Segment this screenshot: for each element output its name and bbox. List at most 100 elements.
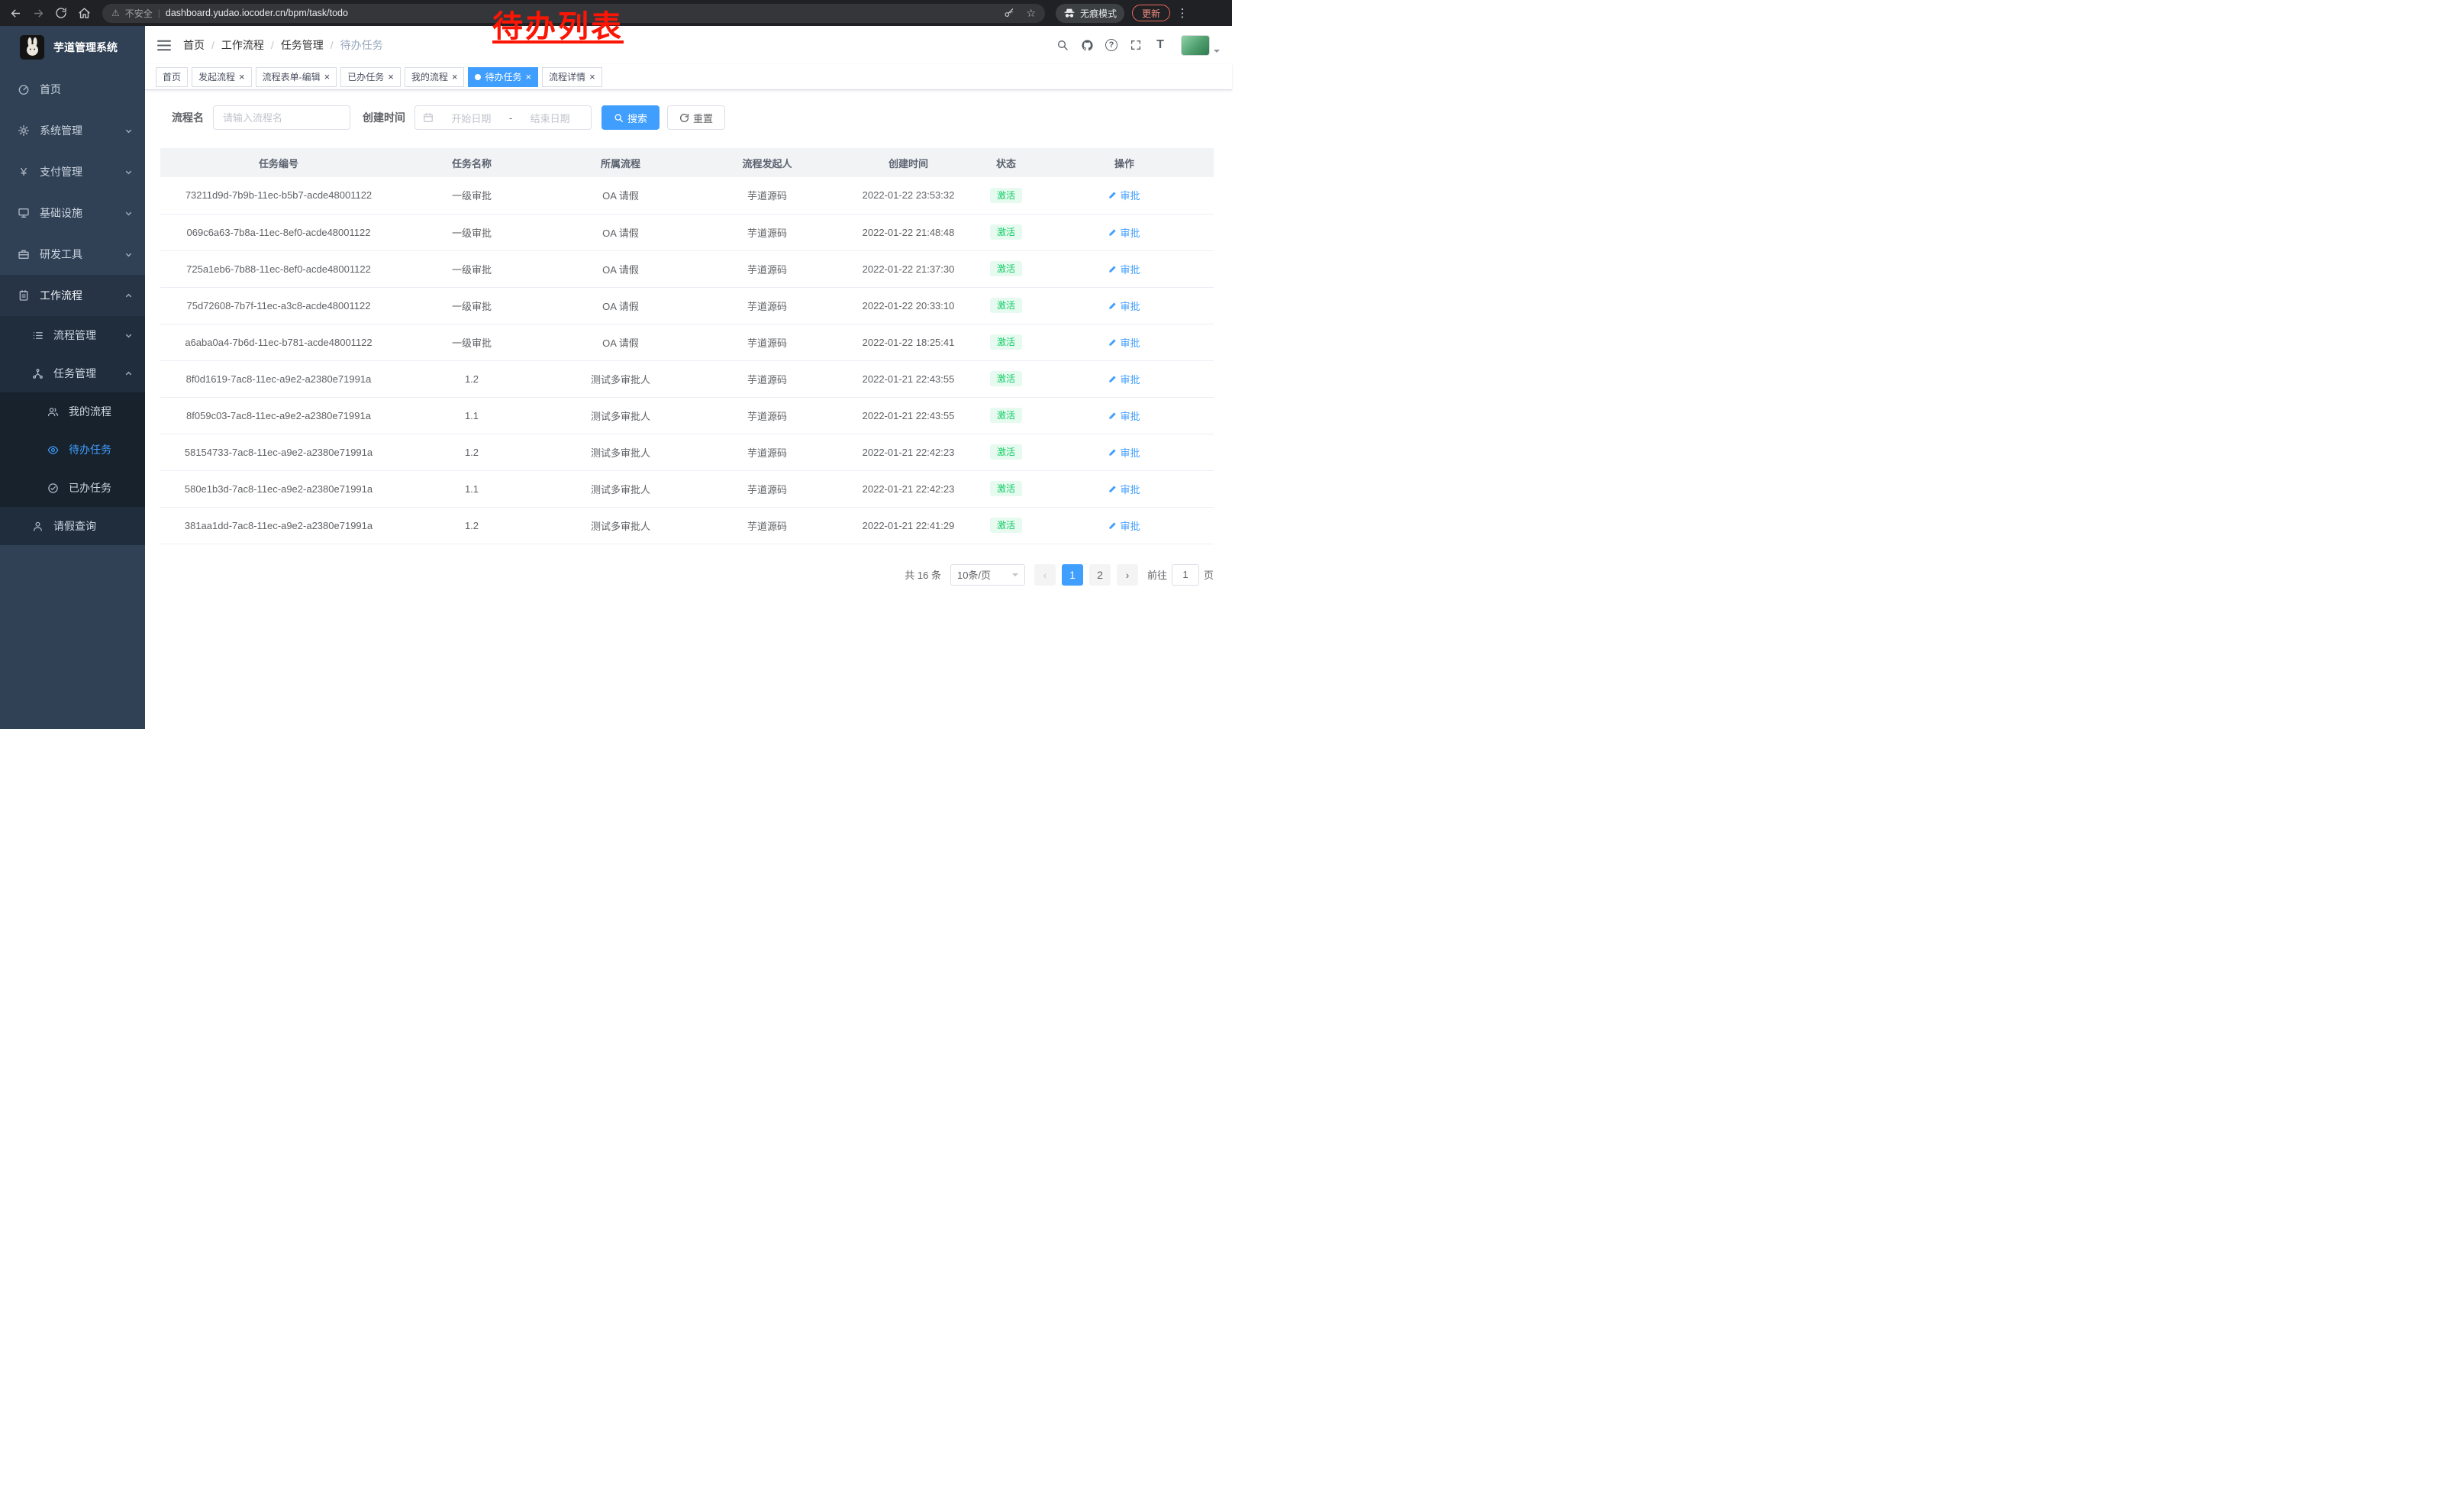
page-button-2[interactable]: 2 (1089, 564, 1111, 586)
approve-link[interactable]: 审批 (1108, 262, 1140, 276)
chevron-down-icon (124, 250, 133, 259)
font-size-icon[interactable]: T (1150, 35, 1170, 55)
tab-form-edit[interactable]: 流程表单-编辑 × (256, 67, 337, 87)
cell-task-name: 一级审批 (397, 324, 547, 360)
sidebar-item-todo-task[interactable]: 待办任务 (0, 431, 145, 469)
sidebar-item-infrastructure[interactable]: 基础设施 (0, 192, 145, 234)
gear-icon (15, 124, 32, 137)
browser-menu-icon[interactable]: ⋮ (1175, 6, 1190, 20)
edit-icon (1108, 302, 1117, 310)
page-button-1[interactable]: 1 (1062, 564, 1083, 586)
table-row: 73211d9d-7b9b-11ec-b5b7-acde48001122 一级审… (160, 177, 1214, 214)
tab-start-process[interactable]: 发起流程 × (192, 67, 252, 87)
sidebar-item-label: 请假查询 (53, 518, 96, 534)
browser-forward-button[interactable] (27, 2, 49, 24)
help-icon[interactable]: ? (1101, 35, 1121, 55)
sidebar-item-my-process[interactable]: 我的流程 (0, 392, 145, 431)
cell-create-time: 2022-01-21 22:43:55 (840, 360, 977, 397)
approve-link[interactable]: 审批 (1108, 372, 1140, 386)
sidebar-item-label: 研发工具 (40, 247, 82, 262)
search-icon (614, 113, 624, 123)
process-name-input[interactable] (213, 105, 350, 130)
tab-home[interactable]: 首页 (156, 67, 188, 87)
cell-starter: 芋道源码 (695, 470, 840, 507)
sidebar-item-leave-query[interactable]: 请假查询 (0, 507, 145, 545)
cell-create-time: 2022-01-22 18:25:41 (840, 324, 977, 360)
tab-my-process[interactable]: 我的流程 × (405, 67, 465, 87)
sidebar-item-process-mgmt[interactable]: 流程管理 (0, 316, 145, 354)
sidebar-fold-icon[interactable] (157, 40, 171, 51)
sidebar-item-task-mgmt[interactable]: 任务管理 (0, 354, 145, 392)
approve-link[interactable]: 审批 (1108, 482, 1140, 496)
password-key-icon[interactable] (1004, 8, 1014, 18)
pagination: 共 16 条 10条/页 ‹ 1 2 › 前往 页 (160, 564, 1214, 586)
avatar-dropdown[interactable] (1181, 35, 1220, 56)
close-icon[interactable]: × (589, 72, 595, 82)
tab-done-task[interactable]: 已办任务 × (340, 67, 401, 87)
status-badge: 激活 (990, 261, 1022, 276)
approve-link[interactable]: 审批 (1108, 188, 1140, 202)
sidebar-item-label: 流程管理 (53, 328, 96, 343)
header-task-name: 任务名称 (397, 148, 547, 177)
sidebar-item-home[interactable]: 首页 (0, 69, 145, 110)
omnibox-divider: | (158, 8, 160, 18)
breadcrumb-home[interactable]: 首页 (183, 37, 205, 53)
header-starter: 流程发起人 (695, 148, 840, 177)
total-count: 共 16 条 (905, 567, 941, 582)
date-range-picker[interactable]: 开始日期 - 结束日期 (414, 105, 592, 130)
next-page-button[interactable]: › (1117, 564, 1138, 586)
status-badge: 激活 (990, 224, 1022, 240)
browser-home-button[interactable] (73, 2, 95, 24)
goto-page-input[interactable] (1172, 564, 1199, 586)
cell-status: 激活 (977, 324, 1035, 360)
cell-task-id: 381aa1dd-7ac8-11ec-a9e2-a2380e71991a (160, 507, 397, 544)
approve-link[interactable]: 审批 (1108, 408, 1140, 423)
close-icon[interactable]: × (239, 72, 245, 82)
bookmark-star-icon[interactable]: ☆ (1026, 7, 1036, 20)
app-logo[interactable]: 芋道管理系统 (0, 26, 145, 69)
sidebar-item-done-task[interactable]: 已办任务 (0, 469, 145, 507)
tab-process-detail[interactable]: 流程详情 × (542, 67, 602, 87)
sidebar-item-workflow[interactable]: 工作流程 (0, 275, 145, 316)
cell-starter: 芋道源码 (695, 214, 840, 250)
page-size-select[interactable]: 10条/页 (950, 564, 1025, 586)
table-row: 580e1b3d-7ac8-11ec-a9e2-a2380e71991a 1.1… (160, 470, 1214, 507)
home-icon (78, 7, 91, 20)
cell-process: 测试多审批人 (547, 360, 695, 397)
cell-process: 测试多审批人 (547, 397, 695, 434)
approve-link[interactable]: 审批 (1108, 225, 1140, 240)
cell-create-time: 2022-01-21 22:42:23 (840, 470, 977, 507)
cell-status: 激活 (977, 434, 1035, 470)
reset-button[interactable]: 重置 (667, 105, 725, 130)
sidebar-item-payment[interactable]: ¥ 支付管理 (0, 151, 145, 192)
approve-link[interactable]: 审批 (1108, 335, 1140, 350)
close-icon[interactable]: × (388, 72, 394, 82)
github-icon[interactable] (1077, 35, 1097, 55)
cell-create-time: 2022-01-22 20:33:10 (840, 287, 977, 324)
cell-task-name: 1.1 (397, 397, 547, 434)
cell-task-name: 一级审批 (397, 214, 547, 250)
app-title: 芋道管理系统 (53, 40, 118, 55)
header-search-icon[interactable] (1053, 35, 1072, 55)
cell-actions: 审批 (1035, 177, 1214, 214)
tab-todo-task[interactable]: 待办任务 × (468, 67, 538, 87)
close-icon[interactable]: × (324, 72, 331, 82)
close-icon[interactable]: × (525, 72, 531, 82)
browser-back-button[interactable] (5, 2, 26, 24)
forward-icon (32, 7, 45, 20)
incognito-icon (1063, 8, 1076, 18)
approve-link[interactable]: 审批 (1108, 299, 1140, 313)
approve-link[interactable]: 审批 (1108, 445, 1140, 460)
sidebar-item-system[interactable]: 系统管理 (0, 110, 145, 151)
browser-update-button[interactable]: 更新 (1132, 5, 1170, 21)
search-button[interactable]: 搜索 (601, 105, 660, 130)
approve-link[interactable]: 审批 (1108, 518, 1140, 533)
sidebar-item-devtools[interactable]: 研发工具 (0, 234, 145, 275)
fullscreen-icon[interactable] (1126, 35, 1146, 55)
close-icon[interactable]: × (452, 72, 458, 82)
prev-page-button[interactable]: ‹ (1034, 564, 1056, 586)
browser-refresh-button[interactable] (50, 2, 72, 24)
cell-task-name: 1.2 (397, 434, 547, 470)
breadcrumb-task-mgmt: 任务管理 (281, 37, 324, 53)
chevron-down-icon (124, 331, 133, 340)
